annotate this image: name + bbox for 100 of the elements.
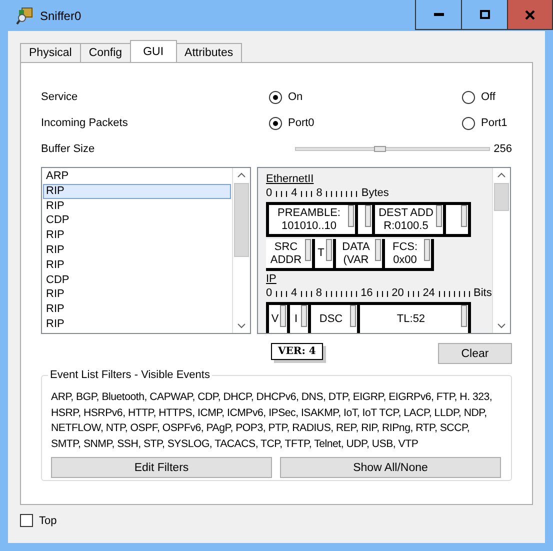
radio-option[interactable]: Port0: [269, 116, 462, 130]
packet-field[interactable]: DEST ADD R:0100.5: [375, 205, 443, 234]
event-list-item[interactable]: CDP: [43, 213, 231, 228]
layer-name: IP: [266, 273, 278, 286]
minimize-icon: [434, 12, 444, 16]
field-text: T: [318, 247, 324, 260]
ruler-tick: [458, 291, 460, 297]
radio-option[interactable]: Off: [462, 90, 496, 104]
radio-option[interactable]: Port1: [462, 116, 508, 130]
slider-track[interactable]: [295, 147, 490, 151]
field-scrollbar[interactable]: [305, 239, 311, 261]
ruler-tick: [301, 191, 302, 197]
filter-button[interactable]: Edit Filters: [51, 457, 272, 478]
slider-thumb[interactable]: [374, 146, 386, 152]
packet-field[interactable]: DATA (VAR: [336, 239, 382, 268]
packet-field[interactable]: SRC ADDR: [266, 239, 312, 268]
clear-button[interactable]: Clear: [438, 343, 512, 364]
field-text: 101010..10: [281, 220, 337, 232]
field-scrollbar[interactable]: [461, 305, 467, 327]
packet-field[interactable]: V: [269, 305, 287, 333]
ruler-tick: [276, 191, 278, 197]
field-scrollbar[interactable]: [348, 205, 354, 227]
tooltip: VER: 4: [271, 343, 323, 360]
scroll-thumb[interactable]: [234, 183, 249, 257]
packet-field[interactable]: [446, 205, 468, 234]
packet-field[interactable]: I: [290, 305, 308, 333]
ruler-tick: [448, 291, 450, 297]
event-list-item[interactable]: RIP: [43, 316, 231, 332]
layer-name: EthernetII: [266, 173, 315, 186]
scrollbar[interactable]: [492, 168, 510, 333]
scroll-thumb[interactable]: [494, 183, 509, 211]
ruler-unit: Bits: [474, 287, 492, 299]
radio-label: On: [288, 91, 303, 103]
field-scrollbar[interactable]: [326, 239, 332, 261]
packet-field[interactable]: FCS: 0x00: [385, 239, 431, 268]
packet-field[interactable]: [358, 205, 372, 234]
ruler-tick: [346, 191, 348, 197]
event-list-item[interactable]: RIP: [43, 302, 231, 317]
window-title: Sniffer0: [40, 8, 82, 22]
event-list-item[interactable]: RIP: [43, 258, 231, 273]
field-scrollbar[interactable]: [424, 239, 430, 261]
field-text: R:0100.5: [384, 220, 428, 232]
event-list-item[interactable]: RIP: [43, 228, 231, 243]
field-text: DSC: [319, 313, 343, 326]
minimize-button[interactable]: [415, 0, 462, 30]
close-button[interactable]: [507, 0, 553, 30]
scrollbar[interactable]: [232, 168, 250, 333]
tab[interactable]: Attributes: [176, 43, 242, 62]
ruler-label: 4: [291, 187, 298, 199]
field-scrollbar[interactable]: [461, 205, 467, 227]
ruler-tick: [340, 291, 342, 297]
radio-option[interactable]: On: [269, 90, 462, 104]
filter-button[interactable]: Show All/None: [280, 457, 501, 478]
radio-button[interactable]: [269, 90, 282, 104]
ruler-tick: [382, 291, 383, 297]
ruler-tick: [311, 191, 312, 197]
field-text: FCS:: [392, 240, 418, 254]
event-list-item[interactable]: RIP: [43, 198, 231, 214]
checkbox-label: Top: [39, 514, 57, 526]
packet-field[interactable]: T: [315, 239, 333, 268]
field-scrollbar[interactable]: [436, 205, 442, 227]
ruler-tick: [356, 291, 357, 297]
radio-label: Port0: [288, 117, 314, 129]
field-scrollbar[interactable]: [365, 205, 371, 227]
field-scrollbar[interactable]: [301, 305, 307, 327]
field-scrollbar[interactable]: [280, 305, 286, 327]
ruler-unit: Bytes: [361, 187, 389, 199]
radio-button[interactable]: [462, 116, 475, 130]
radio-button[interactable]: [269, 116, 282, 130]
ruler-tick: [408, 291, 409, 297]
ruler-tick: [336, 291, 337, 297]
sniffer-icon: [16, 6, 34, 24]
event-list-item[interactable]: ARP: [43, 169, 231, 184]
ruler-label: 24: [422, 287, 435, 299]
ruler-tick: [330, 291, 332, 297]
ruler-tick: [464, 291, 465, 297]
ruler-tick: [281, 291, 282, 297]
field-scrollbar[interactable]: [350, 305, 356, 327]
checkbox[interactable]: [20, 514, 33, 527]
ruler-tick: [281, 191, 282, 197]
ruler-tick: [386, 291, 388, 297]
packet-field[interactable]: TL:52: [360, 305, 468, 333]
packet-field[interactable]: PREAMBLE: 101010..10: [269, 205, 355, 234]
field-text: PREAMBLE:: [278, 206, 340, 220]
setting-label: Service: [41, 91, 79, 103]
tab[interactable]: GUI: [130, 40, 177, 62]
ruler-tick: [306, 191, 308, 197]
ruler-label: 8: [316, 187, 322, 199]
field-text: SRC: [274, 240, 298, 254]
field-text: DEST ADD: [378, 206, 434, 220]
event-list-item[interactable]: CDP: [43, 272, 231, 288]
tab[interactable]: Physical: [20, 43, 81, 62]
radio-button[interactable]: [462, 90, 475, 104]
ruler-tick: [336, 191, 338, 197]
event-list-item[interactable]: RIP: [43, 242, 231, 258]
ruler-tick: [301, 291, 302, 297]
event-list-item[interactable]: RIP: [43, 184, 231, 199]
packet-field[interactable]: DSC: [311, 305, 357, 333]
event-list-item[interactable]: RIP: [43, 287, 231, 302]
field-scrollbar[interactable]: [375, 239, 381, 261]
